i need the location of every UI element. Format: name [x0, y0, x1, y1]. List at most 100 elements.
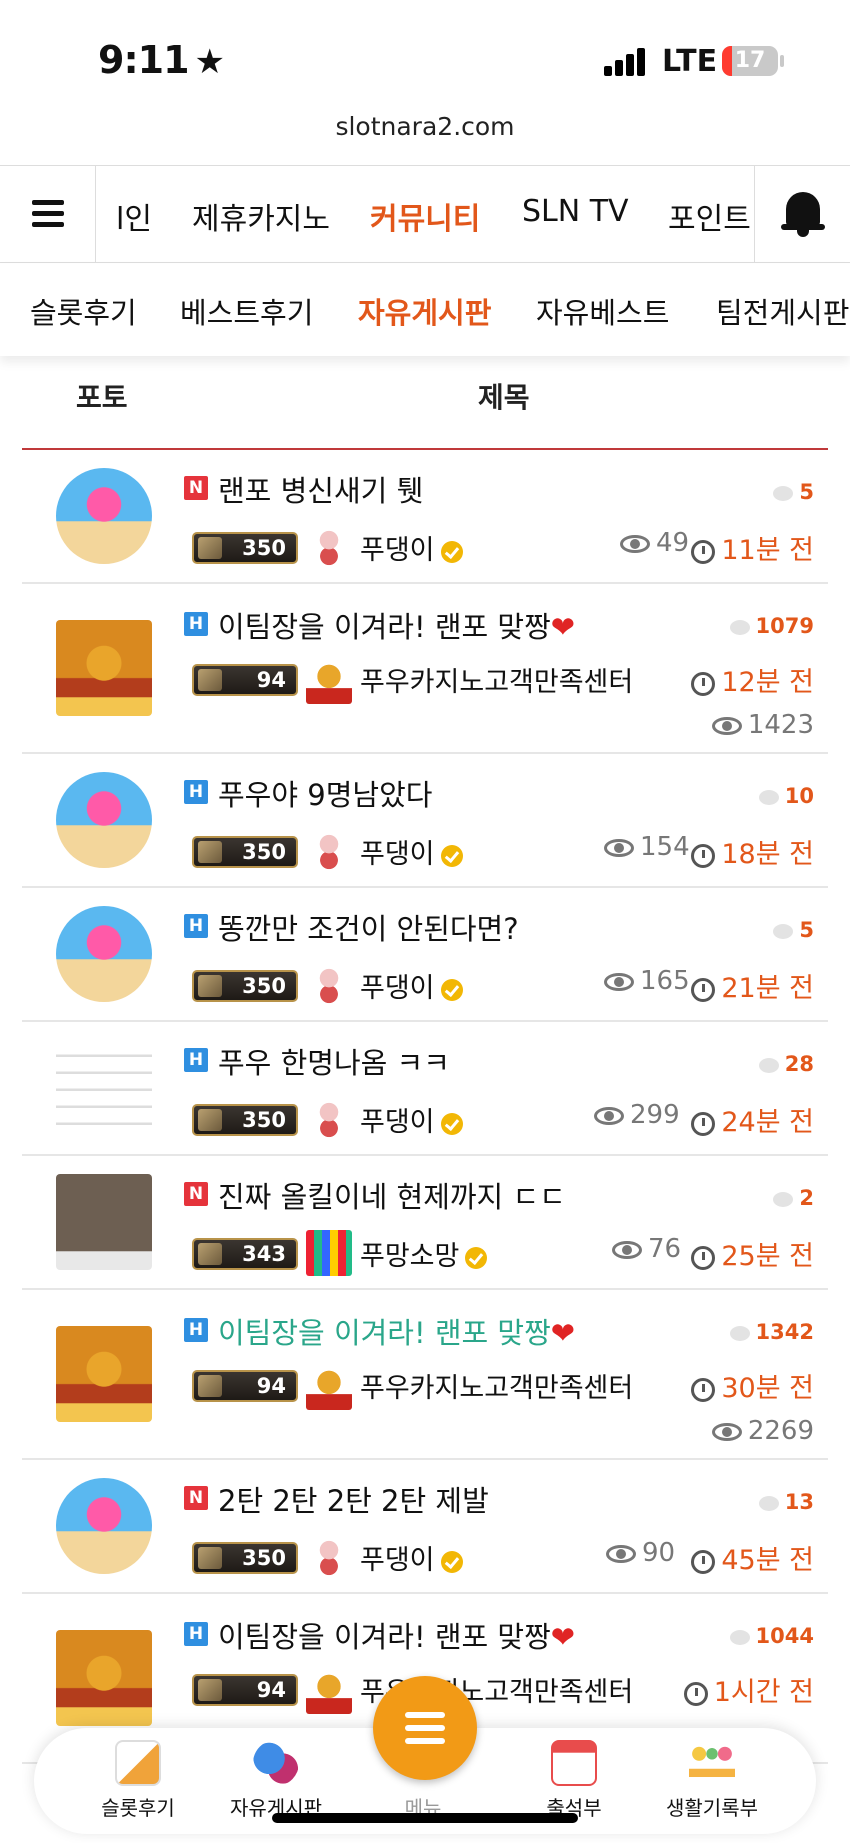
post-title[interactable]: 랜포 병신새기 퉷 — [218, 468, 423, 510]
menu-icon[interactable] — [373, 1676, 477, 1780]
star-icon: ★ — [194, 42, 226, 82]
post-thumbnail[interactable] — [56, 906, 152, 1002]
eye-icon — [711, 1422, 742, 1441]
url-bar[interactable]: slotnara2.com — [0, 112, 850, 141]
comment-icon — [773, 923, 794, 939]
post-title[interactable]: 푸우야 9명남았다 — [218, 772, 432, 814]
nav-item-sln-tv[interactable]: SLN TV — [522, 194, 629, 229]
table-row[interactable]: N 진짜 올킬이네 현제까지 ㄷㄷ 2 343 푸망소망 76 25분 전 — [22, 1158, 828, 1290]
level-badge: 350 — [192, 1104, 298, 1136]
author-nickname[interactable]: 푸우카지노고객만족센터 — [360, 1366, 633, 1405]
post-thumbnail[interactable] — [56, 468, 152, 564]
level-badge: 343 — [192, 1238, 298, 1270]
rank-icon — [198, 1679, 222, 1701]
author-nickname[interactable]: 푸댕이 — [360, 1538, 463, 1577]
subnav-team-board[interactable]: 팀전게시판 — [716, 290, 849, 332]
comment-icon — [773, 1191, 794, 1207]
table-row[interactable]: H 푸우야 9명남았다 10 350 푸댕이 154 18분 전 — [22, 756, 828, 888]
view-count: 76 — [612, 1234, 681, 1264]
subnav-best-review[interactable]: 베스트후기 — [180, 290, 313, 332]
comment-count: 1342 — [729, 1320, 814, 1344]
main-nav-items: l인 제휴카지노 커뮤니티 SLN TV 포인트 — [96, 166, 754, 262]
comment-count: 13 — [758, 1490, 814, 1514]
clock-icon — [691, 671, 716, 696]
post-time: 12분 전 — [691, 660, 814, 699]
table-row[interactable]: H 이팀장을 이겨라! 랜포 맞짱❤ 1079 94 푸우카지노고객만족센터 1… — [22, 586, 828, 754]
post-title[interactable]: 이팀장을 이겨라! 랜포 맞짱❤ — [218, 1310, 575, 1352]
table-row[interactable]: N 랜포 병신새기 퉷 5 350 푸댕이 49 11분 전 — [22, 452, 828, 584]
chat-icon — [253, 1740, 299, 1786]
tab-slot-review[interactable]: 슬롯후기 — [68, 1728, 208, 1834]
verified-icon — [465, 1246, 488, 1269]
view-count: 2269 — [711, 1416, 814, 1446]
author-nickname[interactable]: 푸망소망 — [360, 1234, 488, 1273]
rank-icon — [198, 1375, 222, 1397]
post-thumbnail[interactable] — [56, 1326, 152, 1422]
post-title[interactable]: 2탄 2탄 2탄 2탄 제발 — [218, 1478, 489, 1520]
subnav-slot-review[interactable]: 슬롯후기 — [30, 290, 137, 332]
nav-item-community[interactable]: 커뮤니티 — [370, 194, 480, 238]
clock-icon — [691, 843, 716, 868]
post-title[interactable]: 이팀장을 이겨라! 랜포 맞짱❤ — [218, 604, 575, 646]
main-nav: l인 제휴카지노 커뮤니티 SLN TV 포인트 — [0, 165, 850, 263]
hamburger-menu-button[interactable] — [0, 166, 96, 262]
tab-life-record[interactable]: 생활기록부 — [642, 1728, 782, 1834]
post-thumbnail[interactable] — [56, 620, 152, 716]
nav-item-0[interactable]: l인 — [116, 194, 152, 238]
table-row[interactable]: H 똥깐만 조건이 안된다면? 5 350 푸댕이 165 21분 전 — [22, 890, 828, 1022]
view-count: 299 — [594, 1100, 680, 1130]
hot-badge: H — [184, 780, 208, 804]
post-time: 1시간 전 — [683, 1670, 814, 1709]
rank-icon — [198, 1109, 222, 1131]
post-thumbnail[interactable] — [56, 772, 152, 868]
review-icon — [115, 1740, 161, 1786]
hot-badge: H — [184, 1048, 208, 1072]
author-nickname[interactable]: 푸댕이 — [360, 528, 463, 567]
nav-item-partner-casino[interactable]: 제휴카지노 — [192, 194, 330, 238]
status-bar: 9:11 ★ LTE 17 — [0, 0, 850, 108]
post-title[interactable]: 똥깐만 조건이 안된다면? — [218, 906, 519, 948]
subnav-free-board[interactable]: 자유게시판 — [358, 290, 491, 332]
eye-icon — [606, 1544, 636, 1563]
table-row[interactable]: H 푸우 한명나옴 ㅋㅋ 28 350 푸댕이 299 24분 전 — [22, 1024, 828, 1156]
new-badge: N — [184, 1486, 208, 1510]
post-thumbnail[interactable] — [56, 1040, 152, 1136]
post-thumbnail[interactable] — [56, 1478, 152, 1574]
post-time: 30분 전 — [691, 1366, 814, 1405]
rank-icon — [198, 669, 222, 691]
eye-icon — [620, 534, 650, 553]
comment-icon — [729, 619, 750, 635]
heart-icon: ❤ — [550, 1316, 576, 1350]
rank-icon — [198, 537, 222, 559]
author-nickname[interactable]: 푸댕이 — [360, 1100, 463, 1139]
post-title[interactable]: 이팀장을 이겨라! 랜포 맞짱❤ — [218, 1614, 575, 1656]
record-icon — [689, 1740, 735, 1786]
comment-count: 5 — [773, 480, 814, 504]
rank-icon — [198, 1547, 222, 1569]
battery-icon: 17 — [722, 46, 778, 76]
view-count: 154 — [604, 832, 690, 862]
level-badge: 94 — [192, 1674, 298, 1706]
post-title[interactable]: 진짜 올킬이네 현제까지 ㄷㄷ — [218, 1174, 566, 1216]
level-badge: 94 — [192, 664, 298, 696]
bell-icon[interactable] — [754, 166, 850, 262]
view-count: 1423 — [711, 710, 814, 740]
author-nickname[interactable]: 푸우카지노고객만족센터 — [360, 660, 633, 699]
verified-icon — [440, 844, 463, 867]
author-nickname[interactable]: 푸댕이 — [360, 832, 463, 871]
post-time: 21분 전 — [691, 966, 814, 1005]
post-thumbnail[interactable] — [56, 1630, 152, 1726]
post-time: 24분 전 — [691, 1100, 814, 1139]
post-title[interactable]: 푸우 한명나옴 ㅋㅋ — [218, 1040, 450, 1082]
eye-icon — [711, 716, 742, 735]
clock-icon — [691, 1245, 716, 1270]
rank-icon — [198, 1243, 222, 1265]
table-row[interactable]: H 이팀장을 이겨라! 랜포 맞짱❤ 1342 94 푸우카지노고객만족센터 3… — [22, 1292, 828, 1460]
comment-count: 5 — [773, 918, 814, 942]
nav-item-point[interactable]: 포인트 — [668, 194, 751, 238]
table-row[interactable]: N 2탄 2탄 2탄 2탄 제발 13 350 푸댕이 90 45분 전 — [22, 1462, 828, 1594]
post-thumbnail[interactable] — [56, 1174, 152, 1270]
subnav-free-best[interactable]: 자유베스트 — [536, 290, 669, 332]
author-nickname[interactable]: 푸댕이 — [360, 966, 463, 1005]
clock-icon — [683, 1681, 708, 1706]
